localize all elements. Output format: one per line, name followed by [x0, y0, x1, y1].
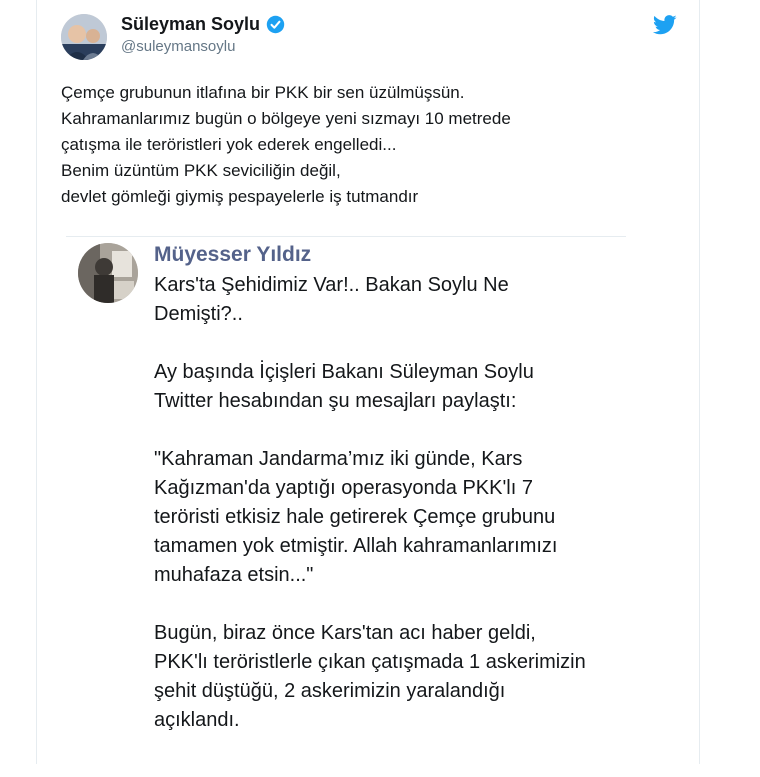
- tweet-text: Çemçe grubunun itlafına bir PKK bir sen …: [61, 80, 681, 210]
- tweet-line: devlet gömleği giymiş pespayelerle iş tu…: [61, 187, 419, 206]
- quoted-text: Kars'ta Şehidimiz Var!.. Bakan Soylu Ne …: [154, 271, 624, 764]
- quoted-line: Kağızman'da yaptığı operasyonda PKK'lı 7: [154, 477, 533, 499]
- quoted-line: muhafaza etsin...": [154, 564, 314, 586]
- quoted-author-name[interactable]: Müyesser Yıldız: [154, 243, 311, 267]
- tweet-line: Çemçe grubunun itlafına bir PKK bir sen …: [61, 83, 465, 102]
- twitter-bird-icon[interactable]: [653, 14, 677, 36]
- tweet-header: Süleyman Soylu @suleymansoylu: [61, 14, 679, 64]
- quoted-line: tamamen yok etmiştir. Allah kahramanları…: [154, 535, 558, 557]
- quoted-author-avatar[interactable]: [78, 243, 138, 303]
- quoted-line: "Kahraman Jandarma’mız iki günde, Kars: [154, 448, 523, 470]
- quoted-post[interactable]: Müyesser Yıldız Kars'ta Şehidimiz Var!..…: [66, 236, 626, 777]
- author-avatar[interactable]: [61, 14, 107, 60]
- quoted-line: Kars'ta Şehidimiz Var!.. Bakan Soylu Ne: [154, 274, 509, 296]
- quoted-paragraph: Ay başında İçişleri Bakanı Süleyman Soyl…: [154, 358, 624, 416]
- quoted-paragraph: Kars'ta Şehidimiz Var!.. Bakan Soylu Ne …: [154, 271, 624, 329]
- author-name[interactable]: Süleyman Soylu: [121, 14, 260, 35]
- quoted-paragraph: "Kahraman Jandarma’mız iki günde, Kars K…: [154, 445, 624, 590]
- quoted-line: Ay başında İçişleri Bakanı Süleyman Soyl…: [154, 361, 534, 383]
- quoted-line: Twitter hesabından şu mesajları paylaştı…: [154, 390, 517, 412]
- author-handle[interactable]: @suleymansoylu: [121, 38, 235, 55]
- tweet-line: Benim üzüntüm PKK seviciliğin değil,: [61, 161, 341, 180]
- quoted-line: Bugün, biraz önce Kars'tan acı haber gel…: [154, 622, 536, 644]
- quoted-line: PKK'lı teröristlerle çıkan çatışmada 1 a…: [154, 651, 586, 673]
- quoted-line: teröristi etkisiz hale getirerek Çemçe g…: [154, 506, 556, 528]
- tweet-line: Kahramanlarımız bugün o bölgeye yeni sız…: [61, 109, 511, 128]
- quoted-line: Demişti?..: [154, 303, 243, 325]
- quoted-paragraph: Bugün, biraz önce Kars'tan acı haber gel…: [154, 619, 624, 735]
- quoted-line: şehit düştüğü, 2 askerimizin yaralandığı: [154, 680, 506, 702]
- tweet-line: çatışma ile teröristleri yok ederek enge…: [61, 135, 397, 154]
- quoted-line: açıklandı.: [154, 709, 240, 731]
- verified-badge-icon: [266, 15, 285, 34]
